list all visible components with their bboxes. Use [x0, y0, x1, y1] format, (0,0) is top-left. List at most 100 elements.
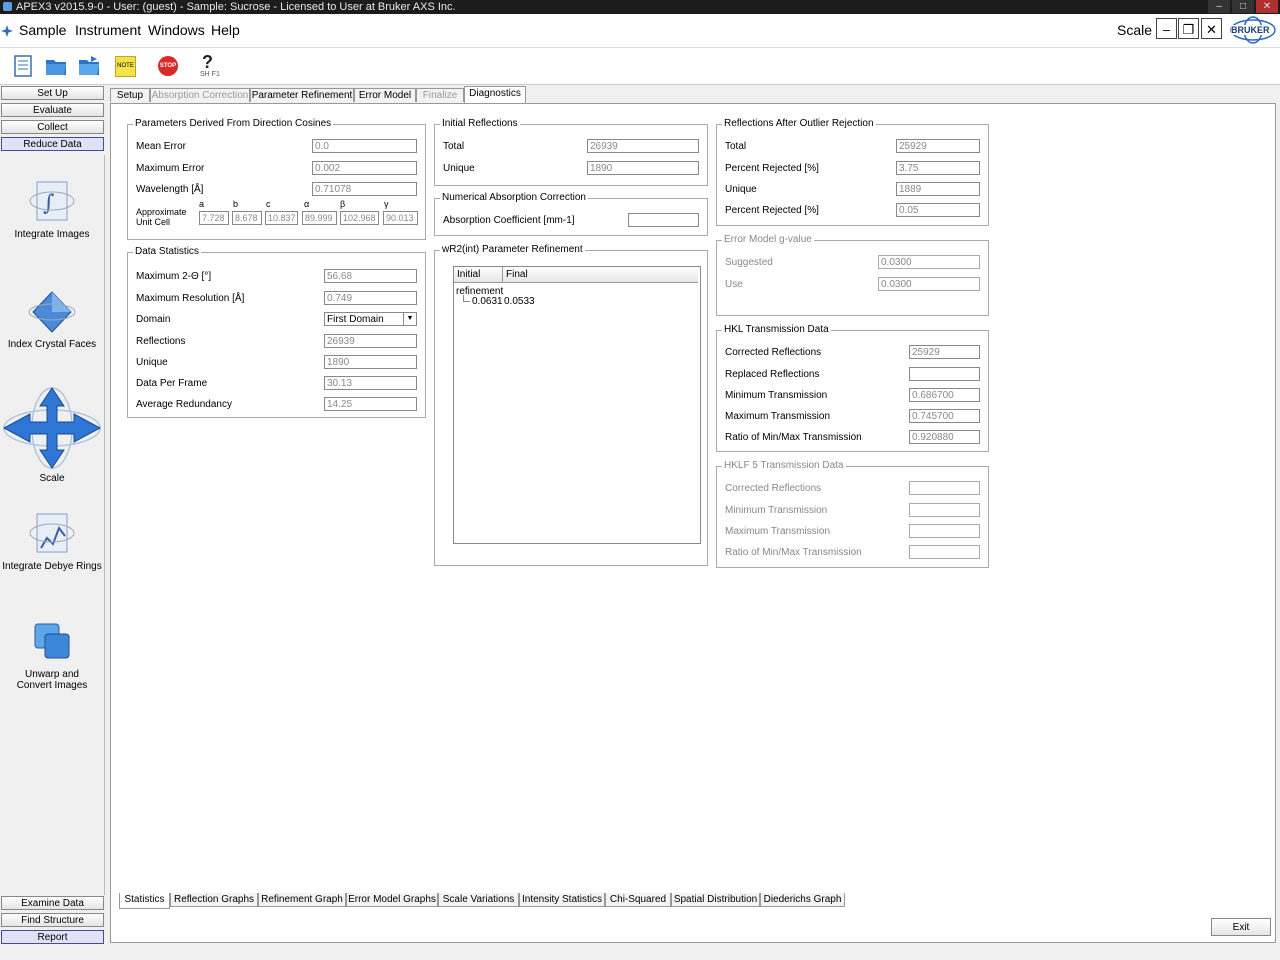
- unique-label: Unique: [136, 357, 168, 368]
- integrate-images-icon: ∫: [29, 181, 75, 221]
- app-logo-icon: [1, 25, 13, 37]
- unique-field[interactable]: 1890: [324, 355, 417, 369]
- refinement-tree-table[interactable]: Initial Final refinement 0.0631 0.0533: [453, 266, 701, 544]
- context-help-icon[interactable]: ? SH F1: [200, 52, 228, 82]
- absorption-coefficient-field[interactable]: [628, 213, 699, 227]
- suggested-field[interactable]: 0.0300: [878, 255, 980, 269]
- nav-evaluate-button[interactable]: Evaluate: [1, 103, 104, 117]
- reflections-field[interactable]: 26939: [324, 334, 417, 348]
- tab-error-model[interactable]: Error Model: [354, 88, 416, 102]
- initial-unique-field[interactable]: 1890: [587, 161, 699, 175]
- hklf5-min-transmission-field[interactable]: [909, 503, 980, 517]
- col-final-header[interactable]: Final: [506, 269, 528, 280]
- tab-statistics[interactable]: Statistics: [119, 893, 170, 909]
- tab-setup[interactable]: Setup: [110, 88, 150, 102]
- note-icon[interactable]: NOTE: [115, 56, 136, 77]
- tab-diagnostics[interactable]: Diagnostics: [464, 86, 526, 103]
- scale-icon: [2, 387, 102, 469]
- hklf5-ratio-field[interactable]: [909, 545, 980, 559]
- tab-intensity-statistics[interactable]: Intensity Statistics: [519, 893, 605, 907]
- suggested-label: Suggested: [725, 257, 773, 268]
- nav-collect-button[interactable]: Collect: [1, 120, 104, 134]
- tab-absorption-correction[interactable]: Absorption Correction: [150, 88, 250, 102]
- tab-chi-squared[interactable]: Chi-Squared: [605, 893, 671, 907]
- tab-refinement-graph[interactable]: Refinement Graph: [258, 893, 346, 907]
- percent-rejected-unique-field[interactable]: 0.05: [896, 203, 980, 217]
- max-error-label: Maximum Error: [136, 163, 205, 174]
- menu-windows[interactable]: Windows: [148, 22, 205, 38]
- new-document-icon[interactable]: [11, 54, 35, 78]
- restore-window-button[interactable]: □: [1232, 0, 1254, 13]
- stop-icon[interactable]: STOP: [158, 56, 178, 76]
- task-index-crystal-faces[interactable]: Index Crystal Faces: [0, 288, 104, 350]
- max-2theta-field[interactable]: 56.68: [324, 269, 417, 283]
- exit-button[interactable]: Exit: [1211, 918, 1271, 936]
- col-initial-header[interactable]: Initial: [457, 269, 480, 280]
- minimize-view-button[interactable]: –: [1156, 18, 1177, 39]
- cell-c-field[interactable]: 10.837: [265, 211, 298, 225]
- corrected-reflections-field[interactable]: 25929: [909, 345, 980, 359]
- task-scale[interactable]: Scale: [0, 386, 104, 484]
- menu-help[interactable]: Help: [211, 22, 240, 38]
- menu-sample[interactable]: Sample: [19, 22, 66, 38]
- outlier-total-field[interactable]: 25929: [896, 139, 980, 153]
- hkl-transmission-group: HKL Transmission Data Corrected Reflecti…: [716, 324, 989, 452]
- cell-gamma-field[interactable]: 90.013: [383, 211, 418, 225]
- task-integrate-debye-rings[interactable]: Integrate Debye Rings: [0, 508, 104, 572]
- percent-rejected-field[interactable]: 3.75: [896, 161, 980, 175]
- min-transmission-field[interactable]: 0.686700: [909, 388, 980, 402]
- nav-set-up-button[interactable]: Set Up: [1, 86, 104, 100]
- minimize-window-button[interactable]: –: [1208, 0, 1230, 13]
- cell-header-beta: β: [340, 199, 346, 209]
- svg-text:∫: ∫: [43, 191, 55, 216]
- max-resolution-field[interactable]: 0.749: [324, 291, 417, 305]
- close-window-button[interactable]: ✕: [1256, 0, 1278, 13]
- nav-reduce-data-button[interactable]: Reduce Data: [1, 137, 104, 151]
- chevron-down-icon[interactable]: ▼: [403, 313, 416, 325]
- percent-rejected-label: Percent Rejected [%]: [725, 163, 819, 174]
- nav-examine-data-button[interactable]: Examine Data: [1, 896, 104, 910]
- close-view-button[interactable]: ✕: [1201, 18, 1222, 39]
- tab-finalize[interactable]: Finalize: [416, 88, 464, 102]
- nav-report-button[interactable]: Report: [1, 930, 104, 944]
- hklf5-corrected-field[interactable]: [909, 481, 980, 495]
- outlier-unique-field[interactable]: 1889: [896, 182, 980, 196]
- tab-parameter-refinement[interactable]: Parameter Refinement: [250, 88, 354, 102]
- question-mark-icon: ?: [202, 52, 213, 72]
- tab-reflection-graphs[interactable]: Reflection Graphs: [170, 893, 258, 907]
- max-transmission-label: Maximum Transmission: [725, 411, 831, 422]
- tab-scale-variations[interactable]: Scale Variations: [438, 893, 519, 907]
- tab-diederichs-graph[interactable]: Diederichs Graph: [760, 893, 845, 907]
- open-folder-icon[interactable]: [44, 54, 68, 78]
- data-per-frame-field[interactable]: 30.13: [324, 376, 417, 390]
- task-integrate-images[interactable]: ∫ Integrate Images: [0, 176, 104, 240]
- cell-beta-field[interactable]: 102.968: [340, 211, 379, 225]
- wavelength-label: Wavelength [Å]: [136, 184, 204, 195]
- max-transmission-field[interactable]: 0.745700: [909, 409, 980, 423]
- use-field[interactable]: 0.0300: [878, 277, 980, 291]
- group-title: wR2(int) Parameter Refinement: [440, 244, 585, 255]
- mean-error-label: Mean Error: [136, 141, 187, 152]
- mean-error-field[interactable]: 0.0: [312, 139, 417, 153]
- cell-b-field[interactable]: 8.678: [232, 211, 262, 225]
- unwarp-convert-images-icon: [34, 623, 70, 659]
- nav-find-structure-button[interactable]: Find Structure: [1, 913, 104, 927]
- restore-view-button[interactable]: ❐: [1178, 18, 1199, 39]
- tab-spatial-distribution[interactable]: Spatial Distribution: [671, 893, 760, 907]
- domain-select[interactable]: First Domain ▼: [324, 312, 417, 326]
- hklf5-max-transmission-field[interactable]: [909, 524, 980, 538]
- cell-a-field[interactable]: 7.728: [199, 211, 229, 225]
- save-folder-icon[interactable]: [77, 54, 101, 78]
- tab-error-model-graphs[interactable]: Error Model Graphs: [346, 893, 438, 907]
- menu-instrument[interactable]: Instrument: [75, 22, 141, 38]
- table-row[interactable]: 0.0631 0.0533: [472, 296, 535, 307]
- cell-alpha-field[interactable]: 89.999: [302, 211, 337, 225]
- max-resolution-label: Maximum Resolution [Å]: [136, 293, 245, 304]
- wavelength-field[interactable]: 0.71078: [312, 182, 417, 196]
- replaced-reflections-field[interactable]: [909, 367, 980, 381]
- max-error-field[interactable]: 0.002: [312, 161, 417, 175]
- initial-total-field[interactable]: 26939: [587, 139, 699, 153]
- average-redundancy-field[interactable]: 14.25: [324, 397, 417, 411]
- task-unwarp-convert-images[interactable]: Unwarp and Convert Images: [0, 620, 104, 691]
- ratio-transmission-field[interactable]: 0.920880: [909, 430, 980, 444]
